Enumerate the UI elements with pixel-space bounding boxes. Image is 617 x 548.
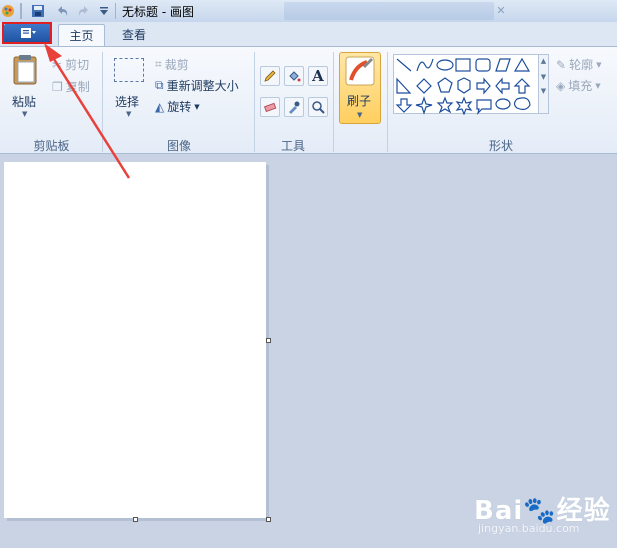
watermark-url: jingyan.baidu.com [478,522,580,535]
annotation-arrow [44,43,131,179]
baidu-jingyan-watermark: Bai🐾经验 jingyan.baidu.com [474,490,611,535]
